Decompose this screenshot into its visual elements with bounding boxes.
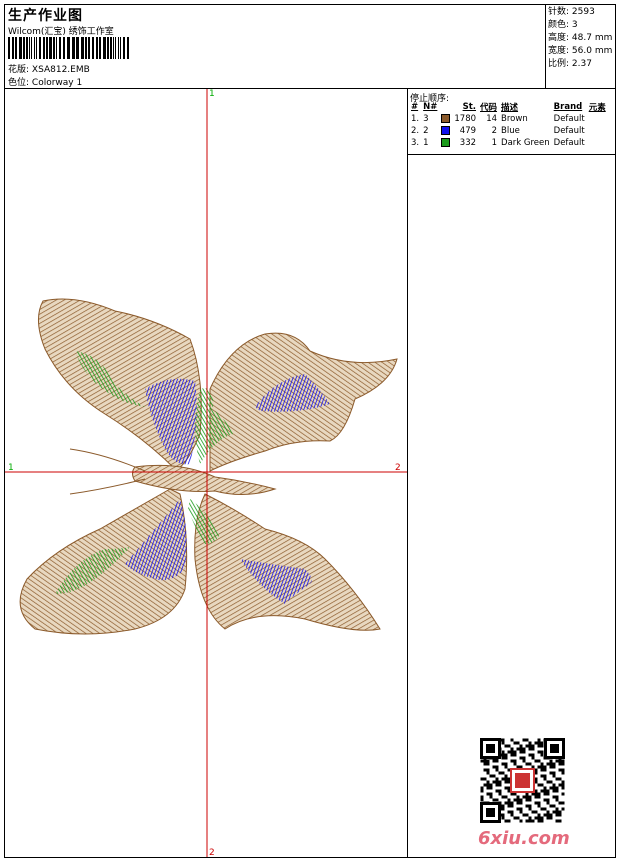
colorway-line: 色位: Colorway 1 <box>8 75 82 88</box>
stop-table-header: # N# St. 代码 描述 Brand 元素 <box>411 102 606 113</box>
axis-label-top: 1 <box>209 89 215 99</box>
design-file: XSA812.EMB <box>31 65 90 75</box>
watermark-logo: 6xiu.com <box>478 828 570 849</box>
stop-sequence-table: # N# St. 代码 描述 Brand 元素 1. 3 1780 14 Bro… <box>409 101 608 149</box>
table-row: 3. 1 332 1 Dark Green Default <box>411 138 585 148</box>
barcode <box>8 37 129 59</box>
axis-label-left: 1 <box>8 463 14 473</box>
stat-colors: 颜色: 3 <box>548 20 578 30</box>
table-row: 1. 3 1780 14 Brown Default <box>411 114 585 124</box>
qr-code <box>480 738 565 823</box>
stat-scale: 比例: 2.37 <box>548 59 592 69</box>
axis-label-right: 2 <box>395 463 401 473</box>
embroidery-design <box>5 89 407 857</box>
color-swatch <box>441 114 451 123</box>
butterfly-body <box>132 464 277 495</box>
stats-divider <box>545 4 546 88</box>
company-name: Wilcom(汇宝) 绣饰工作室 <box>8 27 114 37</box>
axis-label-bottom: 2 <box>209 848 215 858</box>
butterfly-antenna <box>69 478 146 495</box>
stat-stitches: 针数: 2593 <box>548 7 595 17</box>
stat-height: 高度: 48.7 mm <box>548 33 613 43</box>
butterfly-antenna <box>69 448 146 472</box>
colorway-label: 色位: <box>8 78 30 88</box>
colorway-name: Colorway 1 <box>31 78 83 88</box>
color-swatch <box>441 138 451 147</box>
stat-width: 宽度: 56.0 mm <box>548 46 613 56</box>
table-row: 2. 2 479 2 Blue Default <box>411 126 585 136</box>
stats-panel: 针数: 2593 颜色: 3 高度: 48.7 mm 宽度: 56.0 mm 比… <box>548 6 612 71</box>
lower-right-wing <box>194 493 381 631</box>
color-swatch <box>441 126 451 135</box>
panel-divider <box>407 88 408 858</box>
design-file-line: 花版: XSA812.EMB <box>8 62 90 75</box>
page-title: 生产作业图 <box>8 8 83 24</box>
stop-table-divider <box>407 154 616 155</box>
design-label: 花版: <box>8 65 30 75</box>
